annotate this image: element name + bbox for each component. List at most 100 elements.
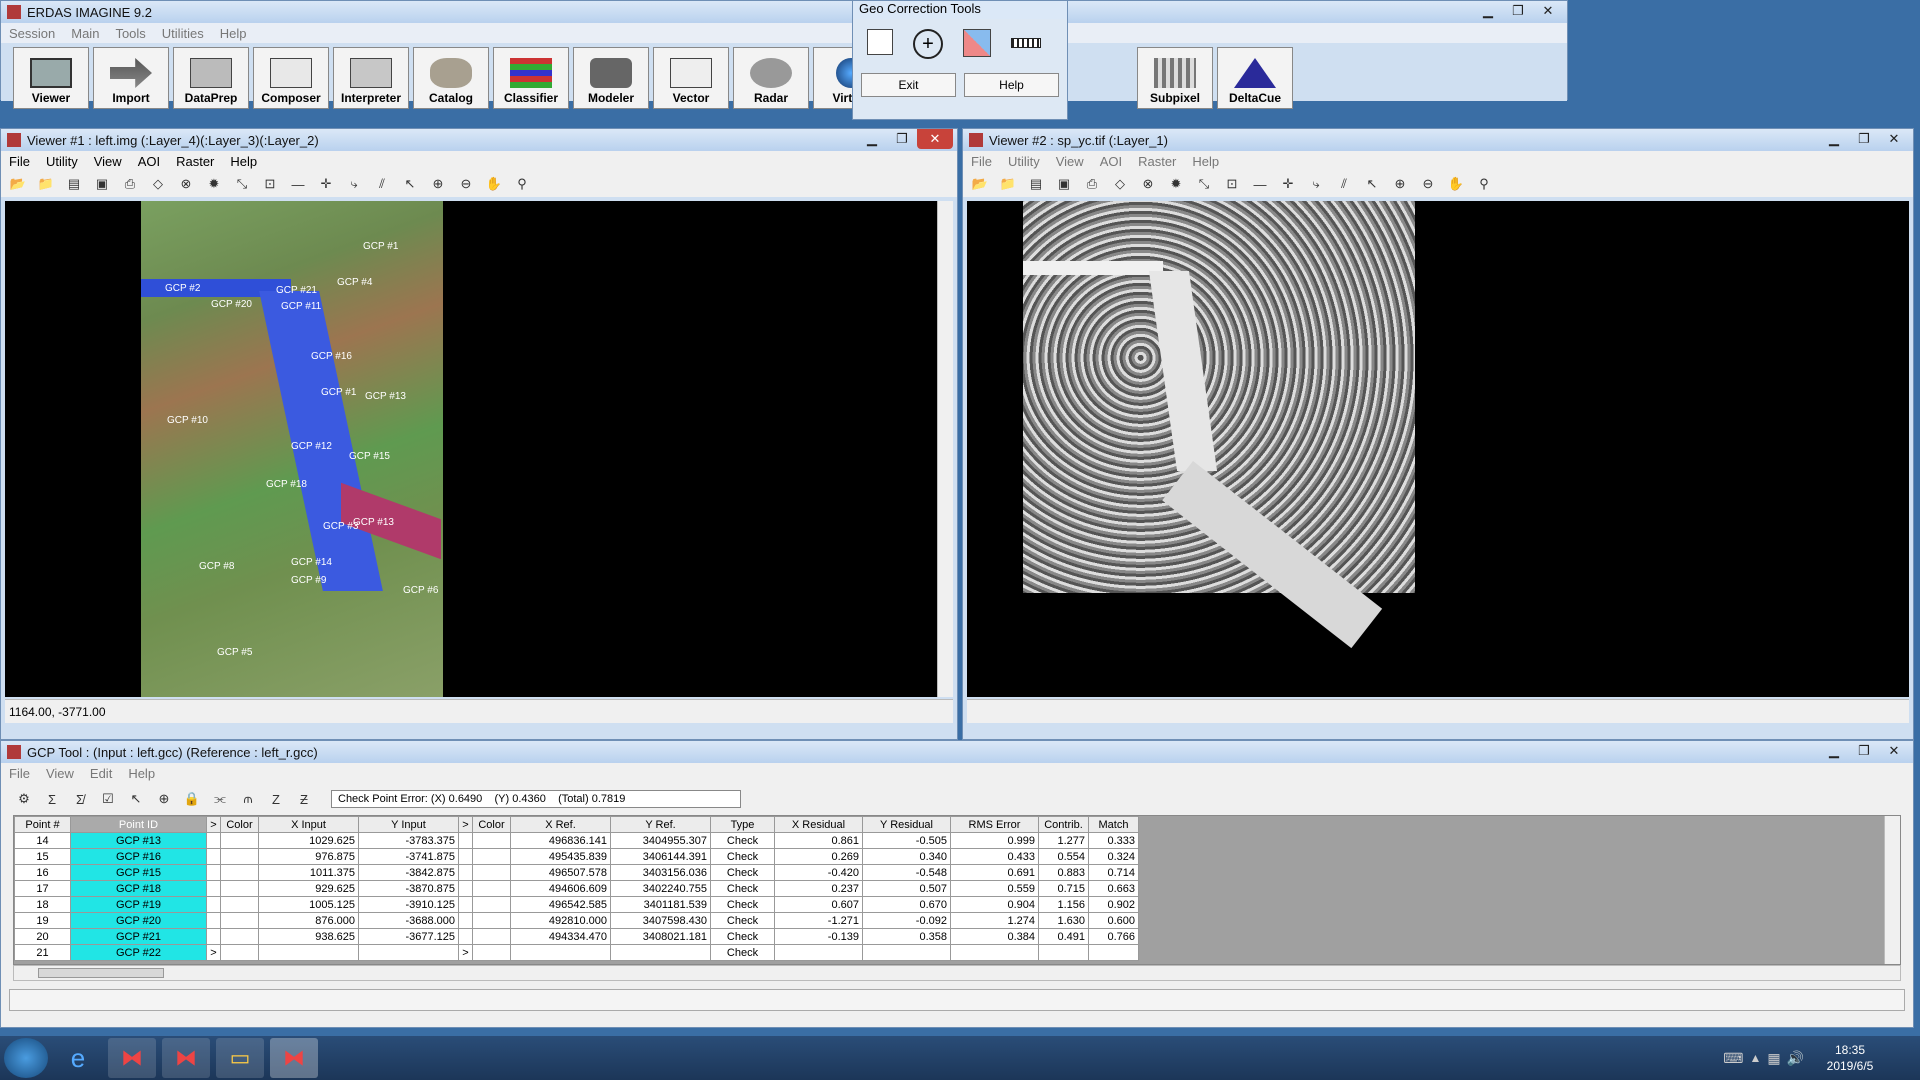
cross-icon[interactable]: ✛: [315, 173, 337, 195]
profile-icon[interactable]: ⫽: [1333, 173, 1355, 195]
import-button[interactable]: Import: [93, 47, 169, 109]
table-cell[interactable]: 1005.125: [258, 896, 359, 913]
table-cell[interactable]: 1.156: [1038, 896, 1089, 913]
gcp-tool-maximize[interactable]: ❐: [1849, 741, 1879, 761]
viewer2-menu-view[interactable]: View: [1048, 154, 1092, 169]
gcp-tool-minimize[interactable]: ▁: [1819, 741, 1849, 761]
check-icon[interactable]: ☑: [97, 788, 119, 810]
clear-icon[interactable]: ⊗: [175, 173, 197, 195]
catalog-button[interactable]: Catalog: [413, 47, 489, 109]
table-cell[interactable]: 0.883: [1038, 864, 1089, 881]
table-cell[interactable]: 496542.585: [510, 896, 611, 913]
zoom-in-icon[interactable]: ⊕: [1389, 173, 1411, 195]
table-cell[interactable]: 1011.375: [258, 864, 359, 881]
image-overlay-icon[interactable]: [963, 29, 991, 57]
table-cell[interactable]: [472, 880, 511, 897]
viewer1-maximize[interactable]: ❐: [887, 129, 917, 149]
table-cell[interactable]: [220, 848, 259, 865]
shrink-icon[interactable]: ⤡: [1193, 173, 1215, 195]
zoom-out-icon[interactable]: ⊖: [455, 173, 477, 195]
viewer2-menu-help[interactable]: Help: [1184, 154, 1227, 169]
tray-clock[interactable]: 18:35 2019/6/5: [1810, 1042, 1890, 1074]
table-cell[interactable]: [220, 944, 259, 961]
table-cell[interactable]: [220, 880, 259, 897]
viewer-button[interactable]: Viewer: [13, 47, 89, 109]
gcp-menu-help[interactable]: Help: [120, 766, 163, 781]
lock-icon[interactable]: 🔒: [181, 788, 203, 810]
arrow-icon[interactable]: ↖: [399, 173, 421, 195]
line-icon[interactable]: ―: [287, 173, 309, 195]
table-row[interactable]: 21 GCP #22 > > Check: [14, 944, 1139, 961]
maximize-button[interactable]: ❐: [1503, 1, 1533, 21]
table-cell[interactable]: [472, 848, 511, 865]
table-cell[interactable]: 3408021.181: [610, 928, 711, 945]
geo-help-button[interactable]: Help: [964, 73, 1059, 97]
table-cell[interactable]: Check: [710, 880, 775, 897]
table-cell[interactable]: [258, 944, 359, 961]
table-cell[interactable]: [950, 944, 1039, 961]
table-cell[interactable]: [472, 896, 511, 913]
viewer2-menu-utility[interactable]: Utility: [1000, 154, 1048, 169]
z-value-icon[interactable]: Z: [265, 788, 287, 810]
table-cell[interactable]: [220, 928, 259, 945]
table-cell[interactable]: 976.875: [258, 848, 359, 865]
table-cell[interactable]: [862, 944, 951, 961]
table-row[interactable]: 14 GCP #13 1029.625 -3783.375 496836.141 3404…: [14, 832, 1139, 849]
table-cell[interactable]: 0.237: [774, 880, 863, 897]
find-match-icon[interactable]: ⫙: [237, 788, 259, 810]
col-y-ref[interactable]: Y Ref.: [610, 816, 711, 833]
table-cell[interactable]: [610, 944, 711, 961]
table-cell[interactable]: GCP #15: [70, 864, 207, 881]
table-cell[interactable]: 0.715: [1038, 880, 1089, 897]
table-cell[interactable]: >: [458, 944, 473, 961]
viewer1-menu-view[interactable]: View: [86, 154, 130, 169]
table-cell[interactable]: [206, 848, 221, 865]
cross-icon[interactable]: ✛: [1277, 173, 1299, 195]
print-icon[interactable]: ⎙: [119, 173, 141, 195]
table-cell[interactable]: GCP #21: [70, 928, 207, 945]
col-point-num[interactable]: Point #: [14, 816, 71, 833]
viewer2-minimize[interactable]: ▁: [1819, 129, 1849, 149]
col-y-input[interactable]: Y Input: [358, 816, 459, 833]
viewer2-maximize[interactable]: ❐: [1849, 129, 1879, 149]
classifier-button[interactable]: Classifier: [493, 47, 569, 109]
subpixel-button[interactable]: Subpixel: [1137, 47, 1213, 109]
toggle-fully-auto-icon[interactable]: ⫘: [209, 788, 231, 810]
table-cell[interactable]: GCP #16: [70, 848, 207, 865]
col-match[interactable]: Match: [1088, 816, 1139, 833]
table-cell[interactable]: 0.340: [862, 848, 951, 865]
save-icon[interactable]: ▣: [91, 173, 113, 195]
save-icon[interactable]: ▣: [1053, 173, 1075, 195]
zoom-out-icon[interactable]: ⊖: [1417, 173, 1439, 195]
table-cell[interactable]: -3870.875: [358, 880, 459, 897]
table-cell[interactable]: -0.548: [862, 864, 951, 881]
table-cell[interactable]: [206, 912, 221, 929]
eraser-icon[interactable]: ◇: [147, 173, 169, 195]
eraser-icon[interactable]: ◇: [1109, 173, 1131, 195]
table-cell[interactable]: 0.714: [1088, 864, 1139, 881]
dataprep-button[interactable]: DataPrep: [173, 47, 249, 109]
viewer1-menu-utility[interactable]: Utility: [38, 154, 86, 169]
hscroll-thumb[interactable]: [38, 968, 164, 978]
col-expand-2[interactable]: >: [458, 816, 473, 833]
close-button[interactable]: ✕: [1533, 1, 1563, 21]
table-cell[interactable]: 0.766: [1088, 928, 1139, 945]
pick-icon[interactable]: ⤷: [1305, 173, 1327, 195]
viewer1-menu-help[interactable]: Help: [222, 154, 265, 169]
exit-button[interactable]: Exit: [861, 73, 956, 97]
table-cell[interactable]: 0.902: [1088, 896, 1139, 913]
table-cell[interactable]: [220, 896, 259, 913]
menu-session[interactable]: Session: [1, 26, 63, 41]
table-cell[interactable]: [1088, 944, 1139, 961]
interpreter-button[interactable]: Interpreter: [333, 47, 409, 109]
col-x-residual[interactable]: X Residual: [774, 816, 863, 833]
table-cell[interactable]: 496507.578: [510, 864, 611, 881]
table-cell[interactable]: 16: [14, 864, 71, 881]
table-row[interactable]: 19 GCP #20 876.000 -3688.000 492810.000 34075…: [14, 912, 1139, 929]
sigma-icon[interactable]: Σ: [41, 788, 63, 810]
viewer1-canvas[interactable]: GCP #2 GCP #20 GCP #21 GCP #11 GCP #1 GC…: [5, 201, 953, 697]
table-cell[interactable]: [220, 832, 259, 849]
gcp-menu-view[interactable]: View: [38, 766, 82, 781]
fit-icon[interactable]: ⊡: [1221, 173, 1243, 195]
col-x-input[interactable]: X Input: [258, 816, 359, 833]
